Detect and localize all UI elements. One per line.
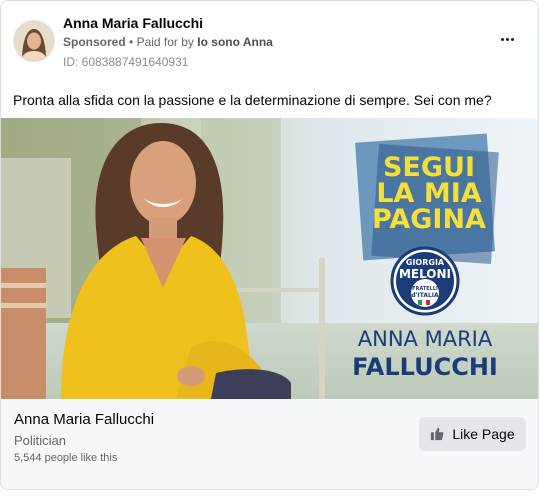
ad-id: ID: 6083887491640931 <box>63 55 189 69</box>
ad-meta: Sponsored • Paid for by Io sono Anna <box>63 35 273 49</box>
ad-card: Anna Maria Fallucchi Sponsored • Paid fo… <box>0 0 539 490</box>
creative-candidate-first: ANNA MARIA <box>358 327 493 351</box>
footer-like-count: 5,544 people like this <box>14 452 118 464</box>
page-name[interactable]: Anna Maria Fallucchi <box>63 15 203 31</box>
payer-name: Io sono Anna <box>197 35 273 49</box>
like-page-label: Like Page <box>452 426 515 442</box>
creative-candidate-last: FALLUCCHI <box>352 353 498 381</box>
sponsored-label: Sponsored <box>63 35 126 49</box>
more-options-icon[interactable] <box>495 27 519 51</box>
party-logo: GIORGIA MELONI FRATELLI d'ITALIA <box>390 246 460 316</box>
logo-bottom-text-2: d'ITALIA <box>411 292 439 299</box>
logo-top-text: GIORGIA <box>406 258 445 267</box>
page-avatar[interactable] <box>13 20 55 62</box>
thumbs-up-icon <box>431 427 444 441</box>
ad-creative-image[interactable]: SEGUI LA MIA PAGINA GIORGIA MELONI FRATE… <box>1 118 538 399</box>
page-footer: Anna Maria Fallucchi Politician 5,544 pe… <box>1 399 538 489</box>
like-page-button[interactable]: Like Page <box>419 417 526 451</box>
logo-mid-text: MELONI <box>399 267 451 281</box>
post-text: Pronta alla sfida con la passione e la d… <box>13 92 492 108</box>
footer-category: Politician <box>14 433 67 448</box>
meta-separator: • <box>129 35 134 49</box>
paid-for-by-label: Paid for by <box>136 35 194 49</box>
footer-page-name[interactable]: Anna Maria Fallucchi <box>14 411 154 428</box>
creative-headline-3: PAGINA <box>372 204 486 235</box>
